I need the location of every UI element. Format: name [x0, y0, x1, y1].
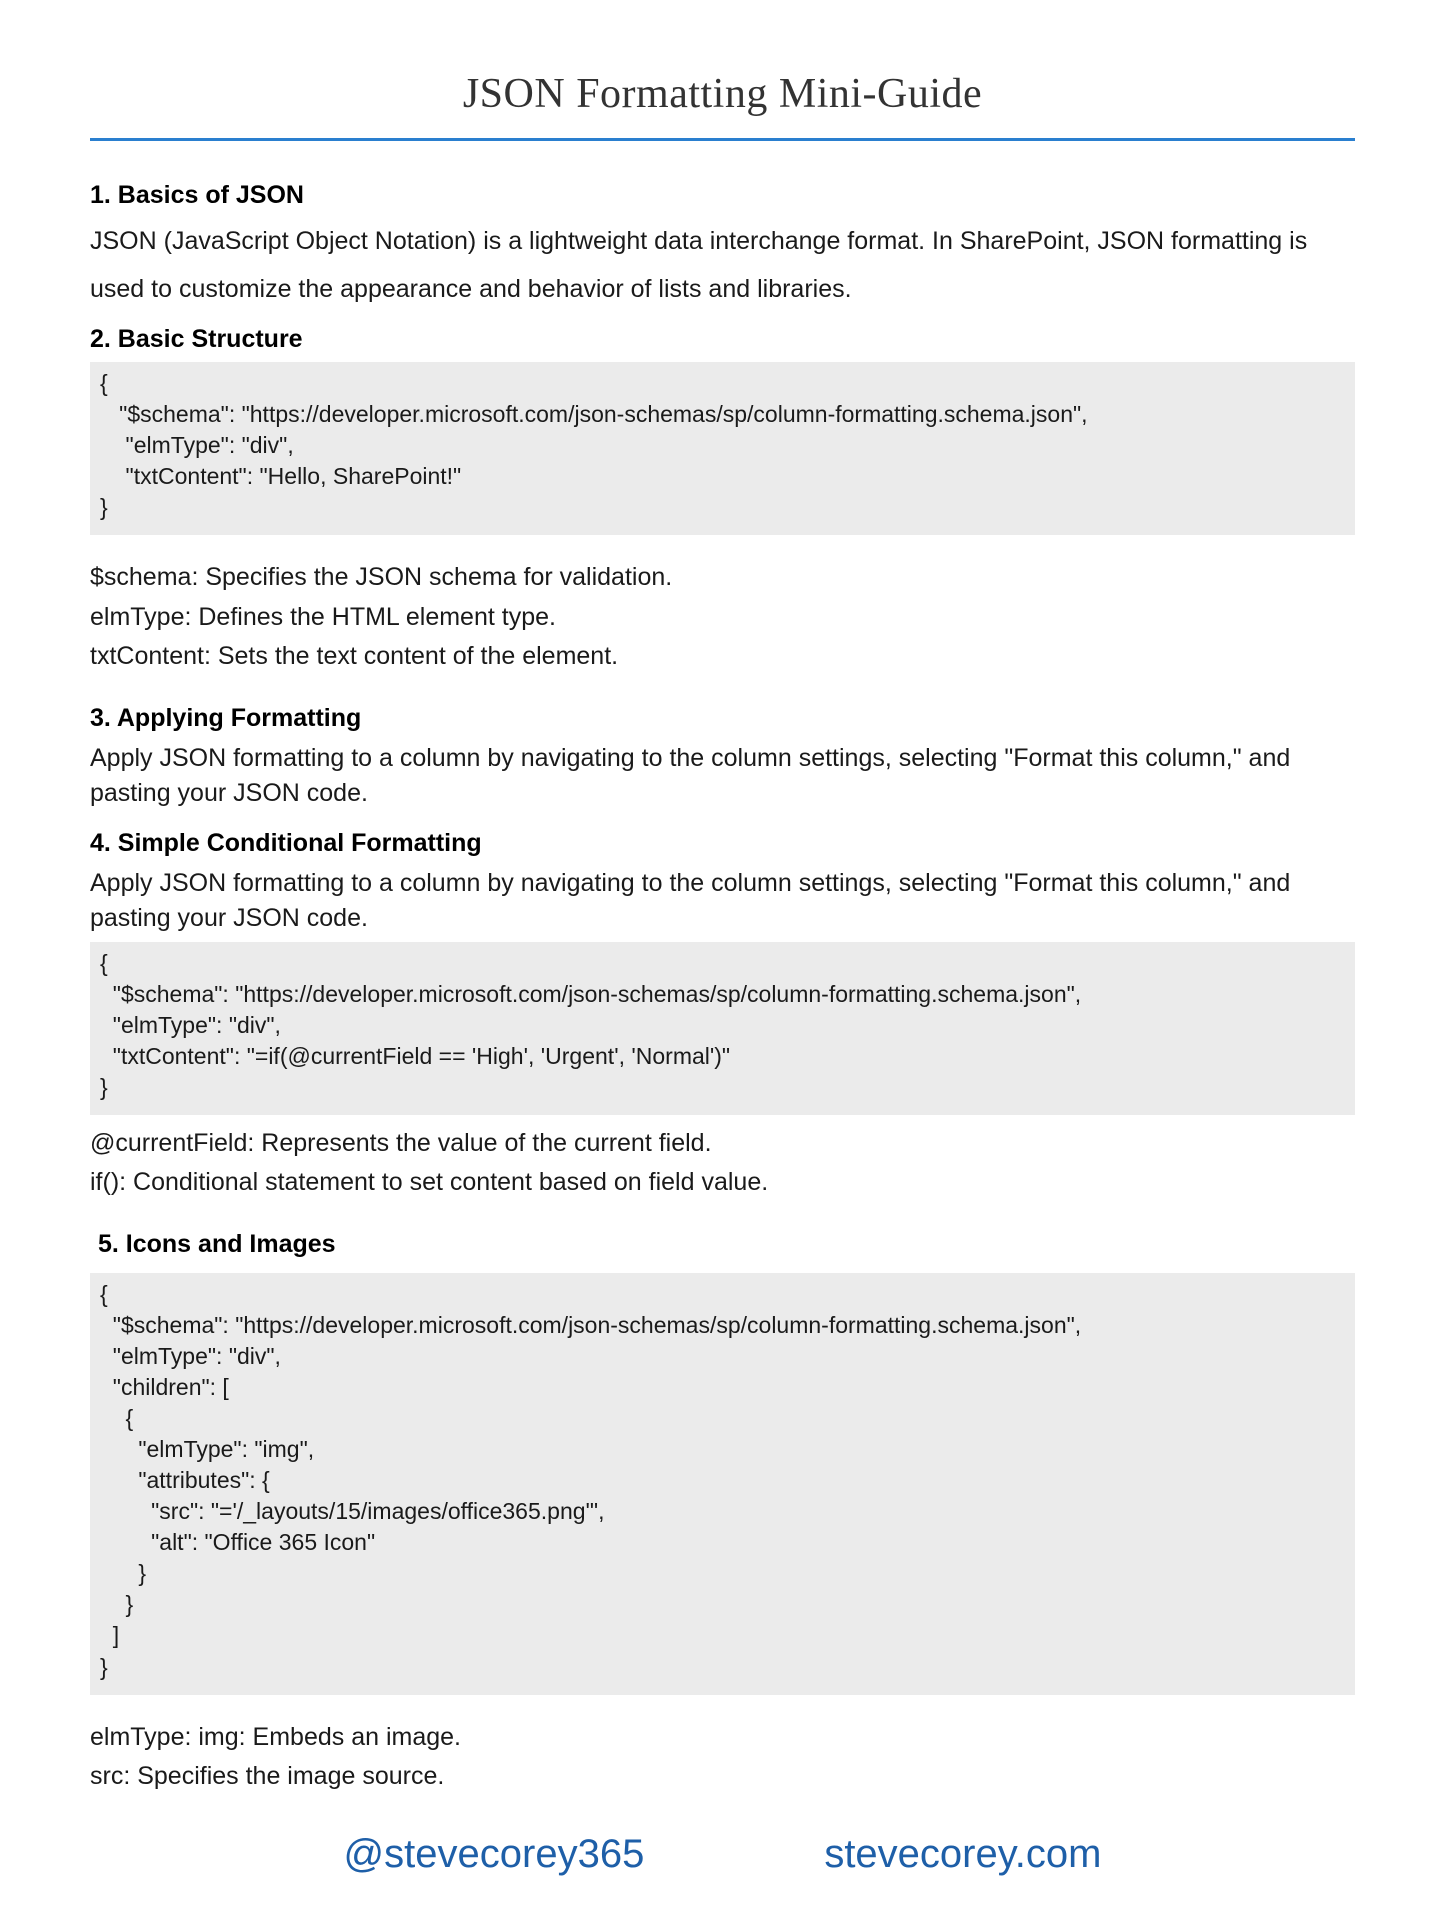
footer-social-handle[interactable]: @stevecorey365 — [344, 1832, 645, 1877]
section-3-heading: 3. Applying Formatting — [90, 704, 1355, 733]
section-4-desc-if: if(): Conditional statement to set conte… — [90, 1164, 1355, 1202]
section-5-desc-elmtype-img: elmType: img: Embeds an image. — [90, 1719, 1355, 1757]
page-title: JSON Formatting Mini-Guide — [90, 70, 1355, 118]
section-5-heading: 5. Icons and Images — [98, 1230, 1355, 1259]
section-2-desc-schema: $schema: Specifies the JSON schema for v… — [90, 559, 1355, 597]
section-2-desc-elmtype: elmType: Defines the HTML element type. — [90, 599, 1355, 637]
section-5-desc-src: src: Specifies the image source. — [90, 1758, 1355, 1796]
footer: @stevecorey365 stevecorey.com — [90, 1832, 1355, 1877]
section-2-heading: 2. Basic Structure — [90, 325, 1355, 354]
section-2-desc-txtcontent: txtContent: Sets the text content of the… — [90, 638, 1355, 676]
footer-website[interactable]: stevecorey.com — [824, 1832, 1101, 1877]
section-4-heading: 4. Simple Conditional Formatting — [90, 829, 1355, 858]
section-4-code: { "$schema": "https://developer.microsof… — [90, 942, 1355, 1115]
section-1-paragraph: JSON (JavaScript Object Notation) is a l… — [90, 218, 1355, 313]
title-divider — [90, 138, 1355, 141]
section-4-desc-currentfield: @currentField: Represents the value of t… — [90, 1125, 1355, 1163]
section-4-paragraph: Apply JSON formatting to a column by nav… — [90, 866, 1355, 936]
section-2-code: { "$schema": "https://developer.microsof… — [90, 362, 1355, 535]
section-1-heading: 1. Basics of JSON — [90, 181, 1355, 210]
section-3-paragraph: Apply JSON formatting to a column by nav… — [90, 741, 1355, 811]
section-5-code: { "$schema": "https://developer.microsof… — [90, 1273, 1355, 1695]
